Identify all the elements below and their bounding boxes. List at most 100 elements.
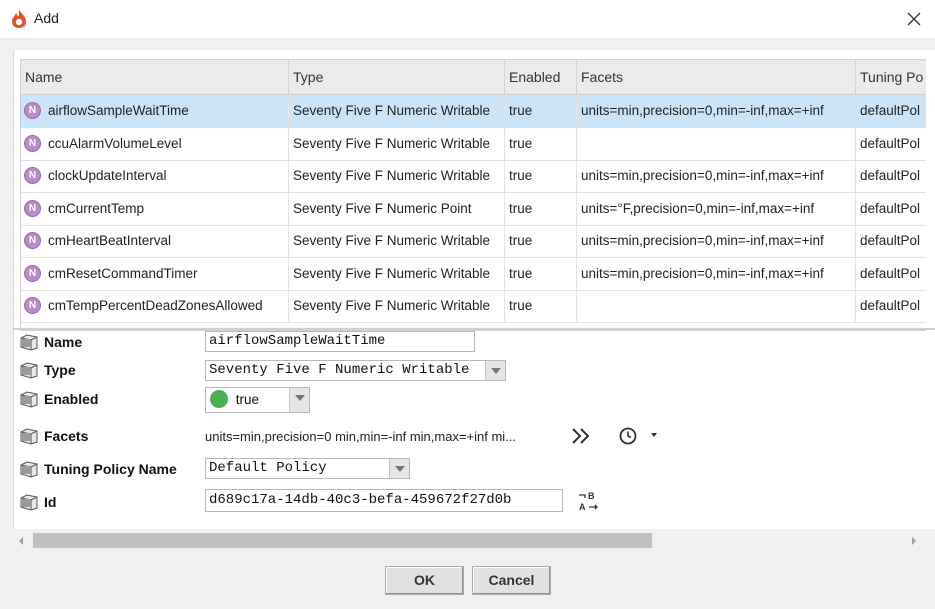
cell-facets-text: units=min,precision=0,min=-inf,max=+inf — [581, 168, 824, 183]
cell-name-text: clockUpdateInterval — [48, 168, 167, 183]
scroll-left-icon[interactable] — [17, 536, 25, 546]
cell-type: Seventy Five F Numeric Writable — [289, 290, 505, 322]
cell-name-text: airflowSampleWaitTime — [48, 103, 189, 118]
cell-type-text: Seventy Five F Numeric Writable — [293, 103, 491, 118]
cell-facets: units=°F,precision=0,min=-inf,max=+inf — [577, 192, 856, 225]
cell-type-text: Seventy Five F Numeric Writable — [293, 298, 491, 313]
cell-tuning-policy: defaultPol — [856, 95, 926, 127]
cell-enabled-text: true — [509, 298, 533, 313]
id-label: Id — [44, 494, 57, 510]
cell-type-text: Seventy Five F Numeric Writable — [293, 265, 491, 281]
tuning-policy-select[interactable]: Default Policy — [205, 458, 410, 479]
table-row[interactable]: NairflowSampleWaitTime Seventy Five F Num… — [21, 95, 926, 128]
svg-text:B: B — [588, 491, 595, 501]
cell-type: Seventy Five F Numeric Writable — [289, 160, 505, 192]
svg-text:A: A — [579, 502, 586, 512]
table-row[interactable]: NcmTempPercentDeadZonesAllowed Seventy Fi… — [21, 290, 926, 323]
facets-value: units=min,precision=0 min,min=-inf min,m… — [205, 429, 517, 444]
facets-label: Facets — [44, 428, 89, 444]
cell-facets — [577, 290, 856, 322]
table-row[interactable]: NcmResetCommandTimer Seventy Five F Numer… — [21, 257, 926, 291]
cell-tuning-policy: defaultPol — [856, 193, 926, 225]
cell-enabled: true — [505, 160, 577, 192]
cell-enabled: true — [505, 192, 577, 225]
cell-tuning-policy-text: defaultPol — [860, 200, 921, 216]
column-header-name[interactable]: Name — [21, 60, 289, 94]
cell-enabled-text: true — [509, 135, 533, 151]
cell-facets-text: units=min,precision=0,min=-inf,max=+inf — [581, 233, 824, 248]
cell-type-text: Seventy Five F Numeric Point — [293, 200, 472, 216]
cell-enabled: true — [505, 95, 577, 127]
numeric-point-icon: N — [24, 102, 41, 119]
cell-enabled-text: true — [509, 168, 533, 183]
cell-name: NairflowSampleWaitTime — [21, 95, 289, 127]
cell-type: Seventy Five F Numeric Writable — [289, 95, 505, 127]
cell-name: NcmResetCommandTimer — [21, 257, 289, 290]
cell-type-text: Seventy Five F Numeric Writable — [293, 135, 491, 151]
numeric-point-icon: N — [24, 264, 41, 282]
points-table: Name Type Enabled Facets Tuning Po Nairf… — [20, 59, 926, 331]
numeric-point-icon: N — [24, 134, 41, 152]
cell-facets-text: units=min,precision=0,min=-inf,max=+inf — [581, 265, 824, 281]
column-header-facets[interactable]: Facets — [577, 60, 856, 94]
enabled-select[interactable]: true — [205, 387, 310, 413]
cell-type: Seventy Five F Numeric Writable — [289, 225, 505, 257]
numeric-point-icon: N — [24, 297, 41, 314]
cell-tuning-policy-text: defaultPol — [860, 233, 921, 248]
cell-enabled: true — [505, 225, 577, 257]
name-input[interactable]: airflowSampleWaitTime — [205, 331, 475, 352]
property-slot-icon — [20, 391, 38, 408]
table-row[interactable]: NclockUpdateInterval Seventy Five F Numer… — [21, 160, 926, 193]
id-input[interactable]: d689c17a-14db-40c3-befa-459672f27d0b — [205, 489, 563, 512]
cell-tuning-policy: defaultPol — [856, 258, 926, 290]
cell-enabled: true — [505, 257, 577, 290]
numeric-point-icon: N — [24, 232, 41, 249]
scrollbar-thumb[interactable] — [33, 533, 652, 548]
name-label: Name — [44, 334, 83, 350]
text-format-icon[interactable]: B A — [577, 490, 601, 512]
niagara-flame-icon — [12, 10, 26, 28]
status-dot-icon — [210, 389, 228, 408]
table-row[interactable]: NccuAlarmVolumeLevel Seventy Five F Numer… — [21, 127, 926, 161]
enabled-label: Enabled — [44, 391, 99, 407]
history-clock-icon[interactable] — [618, 426, 640, 446]
cell-tuning-policy-text: defaultPol — [860, 168, 921, 183]
chevron-down-icon[interactable] — [289, 388, 309, 412]
chevron-down-icon[interactable] — [485, 361, 505, 380]
cell-name-text: cmCurrentTemp — [48, 200, 145, 216]
table-divider — [13, 328, 935, 330]
cell-tuning-policy: defaultPol — [856, 290, 926, 322]
type-select[interactable]: Seventy Five F Numeric Writable — [205, 360, 506, 381]
cell-facets-text: units=min,precision=0,min=-inf,max=+inf — [581, 103, 824, 118]
cell-facets-text: units=°F,precision=0,min=-inf,max=+inf — [581, 200, 815, 216]
cell-tuning-policy-text: defaultPol — [860, 265, 921, 281]
chevron-down-icon[interactable] — [650, 431, 658, 439]
cell-facets — [577, 127, 856, 160]
table-row[interactable]: NcmCurrentTemp Seventy Five F Numeric Poi… — [21, 192, 926, 226]
property-slot-icon — [20, 428, 38, 445]
cell-enabled-text: true — [509, 265, 533, 281]
column-header-type[interactable]: Type — [289, 60, 505, 94]
type-select-value: Seventy Five F Numeric Writable — [209, 362, 470, 378]
cell-name: NcmCurrentTemp — [21, 192, 289, 225]
property-slot-icon — [20, 461, 38, 478]
numeric-point-icon: N — [24, 199, 41, 217]
facets-editor-chevrons-icon[interactable] — [570, 426, 592, 446]
column-header-tuning-policy[interactable]: Tuning Po — [856, 60, 926, 94]
cell-facets: units=min,precision=0,min=-inf,max=+inf — [577, 95, 856, 127]
chevron-down-icon[interactable] — [389, 459, 409, 478]
cell-tuning-policy-text: defaultPol — [860, 103, 921, 118]
column-header-enabled[interactable]: Enabled — [505, 60, 577, 94]
scroll-right-icon[interactable] — [910, 536, 918, 546]
tuning-policy-label: Tuning Policy Name — [44, 461, 177, 477]
cell-facets: units=min,precision=0,min=-inf,max=+inf — [577, 160, 856, 192]
close-button[interactable] — [900, 6, 928, 32]
table-row[interactable]: NcmHeartBeatInterval Seventy Five F Numer… — [21, 225, 926, 258]
cancel-button[interactable]: Cancel — [472, 566, 551, 595]
cell-enabled-text: true — [509, 103, 533, 118]
cell-type: Seventy Five F Numeric Point — [289, 192, 505, 225]
ok-button[interactable]: OK — [385, 566, 464, 595]
cell-tuning-policy-text: defaultPol — [860, 135, 921, 151]
cell-enabled: true — [505, 290, 577, 322]
cell-name: NcmTempPercentDeadZonesAllowed — [21, 290, 289, 322]
